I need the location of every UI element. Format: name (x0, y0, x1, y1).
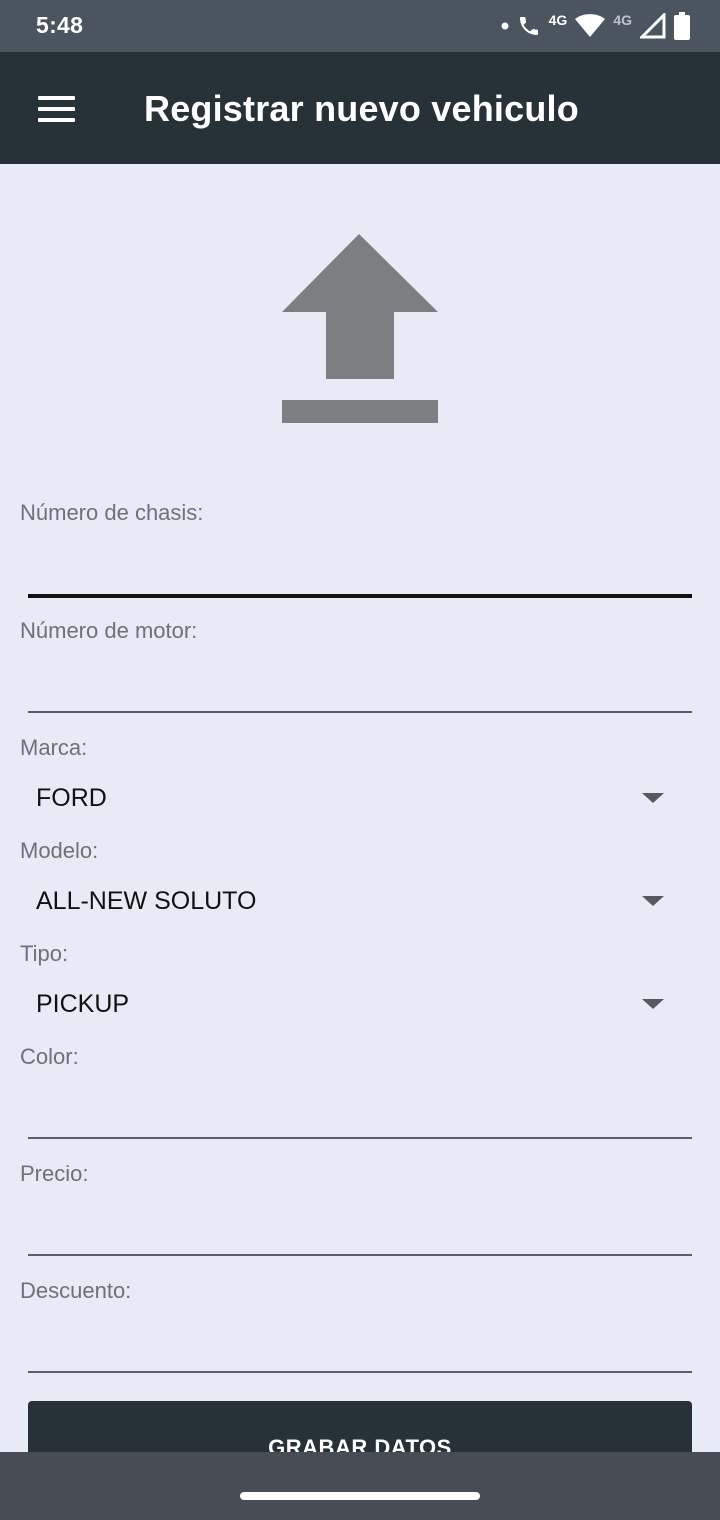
call-icon (519, 17, 538, 35)
status-bar: 5:48 4G 4G (0, 0, 720, 52)
tipo-select[interactable]: PICKUP (28, 980, 692, 1028)
marca-selected-value: FORD (36, 784, 107, 812)
navigation-bar (0, 1452, 720, 1520)
motor-underline (28, 711, 692, 713)
wifi-icon (575, 14, 606, 37)
dropdown-arrow-icon (642, 793, 664, 803)
descuento-underline (28, 1371, 692, 1373)
status-icons: 4G 4G (501, 10, 690, 42)
app-bar: Registrar nuevo vehiculo (0, 52, 720, 164)
screen: 5:48 4G 4G Registrar nuevo vehiculo Núme… (0, 0, 720, 1520)
marca-label: Marca: (20, 735, 88, 760)
modelo-label: Modelo: (20, 838, 99, 863)
battery-icon (674, 12, 690, 40)
page-title: Registrar nuevo vehiculo (144, 88, 579, 129)
motor-input[interactable] (28, 666, 692, 706)
signal-icon (640, 13, 666, 39)
hamburger-menu-icon[interactable] (24, 80, 88, 136)
dropdown-arrow-icon (642, 896, 664, 906)
dropdown-arrow-icon (642, 999, 664, 1009)
chasis-label: Número de chasis: (20, 500, 204, 525)
status-time: 5:48 (36, 12, 84, 38)
network-type-label-2: 4G (613, 12, 632, 28)
motor-label: Número de motor: (20, 618, 198, 643)
color-underline (28, 1137, 692, 1139)
chasis-input[interactable] (28, 548, 692, 588)
color-input[interactable] (28, 1092, 692, 1132)
descuento-label: Descuento: (20, 1278, 132, 1303)
tipo-label: Tipo: (20, 941, 69, 966)
tipo-selected-value: PICKUP (36, 990, 130, 1018)
color-label: Color: (20, 1044, 79, 1069)
precio-input[interactable] (28, 1209, 692, 1249)
marca-select[interactable]: FORD (28, 774, 692, 822)
notification-dot-icon (501, 22, 509, 30)
descuento-input[interactable] (28, 1326, 692, 1366)
modelo-selected-value: ALL-NEW SOLUTO (36, 887, 257, 915)
network-type-label: 4G (548, 12, 568, 28)
home-gesture-handle[interactable] (240, 1492, 480, 1500)
chasis-underline (28, 594, 692, 598)
precio-underline (28, 1254, 692, 1256)
modelo-select[interactable]: ALL-NEW SOLUTO (28, 877, 692, 925)
upload-arrow-icon[interactable] (280, 232, 440, 426)
precio-label: Precio: (20, 1161, 89, 1186)
